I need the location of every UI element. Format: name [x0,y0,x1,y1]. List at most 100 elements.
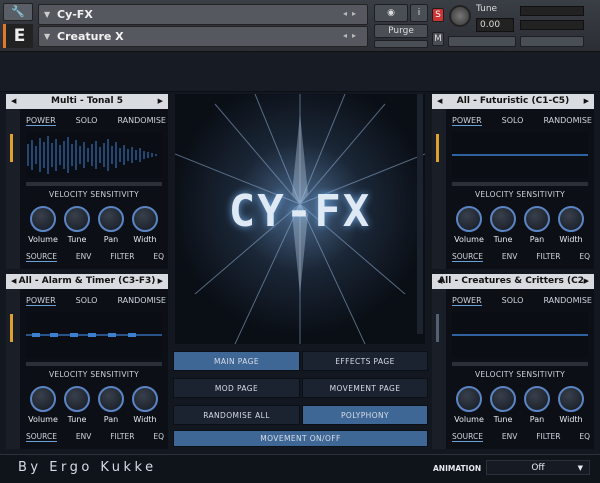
camera-icon[interactable]: ◉ [374,4,408,22]
solo-tab-4[interactable]: SOLO [502,296,524,306]
env-tab-2[interactable]: ENV [502,252,517,262]
env-tab-1[interactable]: ENV [76,252,91,262]
tune-knob-2[interactable] [490,206,516,232]
tune-label-4: Tune [493,415,513,424]
power-tab-4[interactable]: POWER [452,296,482,306]
source-tab-2[interactable]: SOURCE [452,252,483,262]
filter-tab-2[interactable]: FILTER [536,252,560,262]
level-sidebar-3[interactable] [6,289,20,449]
pan-slider[interactable] [448,36,516,47]
movement-page-button[interactable]: MOVEMENT PAGE [302,378,428,398]
layer-panel-2: ◀ All - Futuristic (C1-C5) ▶ POWER SOLO … [432,94,594,269]
snapshot-slot[interactable]: ▼ Creature X ◂▸ [38,26,368,47]
effects-page-button[interactable]: EFFECTS PAGE [302,351,428,371]
chevron-down-icon: ▼ [577,464,583,472]
level-marker-3[interactable] [10,314,13,342]
power-tab-3[interactable]: POWER [26,296,56,306]
source-tab-4[interactable]: SOURCE [452,432,483,442]
width-knob-2[interactable] [558,206,584,232]
eq-tab-1[interactable]: EQ [153,252,164,262]
tune-knob-1[interactable] [64,206,90,232]
prev-preset-icon[interactable]: ◀ [11,274,16,289]
mod-page-button[interactable]: MOD PAGE [173,378,300,398]
randomise-tab-4[interactable]: RANDOMISE [543,296,592,306]
preset-selector-4[interactable]: ◀ All - Creatures & Critters (C2-C#3) ▶ [432,274,594,301]
prev-preset-icon[interactable]: ◀ [11,94,16,109]
source-tab-3[interactable]: SOURCE [26,432,57,442]
level-sidebar-2[interactable] [432,109,446,269]
volume-knob-4[interactable] [456,386,482,412]
layer-tabs-3: POWER SOLO RANDOMISE [26,296,166,306]
eq-tab-3[interactable]: EQ [153,432,164,442]
prev-preset-icon[interactable]: ◀ [437,94,442,109]
polyphony-button[interactable]: POLYPHONY [302,405,428,425]
next-preset-icon[interactable]: ▶ [158,94,163,109]
preset-selector-2[interactable]: ◀ All - Futuristic (C1-C5) ▶ [432,94,594,109]
preset-selector-1[interactable]: ◀ Multi - Tonal 5 ▶ [6,94,168,109]
info-icon[interactable]: i [410,4,428,22]
main-page-button[interactable]: MAIN PAGE [173,351,300,371]
randomise-all-button[interactable]: RANDOMISE ALL [173,405,300,425]
next-preset-icon[interactable]: ▶ [584,94,589,109]
next-preset-icon[interactable]: ▶ [584,274,589,289]
env-tab-3[interactable]: ENV [76,432,91,442]
volume-knob-2[interactable] [456,206,482,232]
volume-knob-1[interactable] [30,206,56,232]
velocity-slider-3[interactable] [26,362,162,366]
eq-tab-2[interactable]: EQ [579,252,590,262]
volume-knob-3[interactable] [30,386,56,412]
pan-knob-3[interactable] [98,386,124,412]
randomise-tab-1[interactable]: RANDOMISE [117,116,166,126]
volume-slider[interactable] [520,36,584,47]
art-scrollbar[interactable] [417,94,423,334]
width-knob-4[interactable] [558,386,584,412]
instrument-logo: E [3,24,33,48]
next-preset-icon[interactable]: ▶ [158,274,163,289]
env-tab-4[interactable]: ENV [502,432,517,442]
prev-next-arrows-icon[interactable]: ◂▸ [343,9,361,18]
collapse-icon[interactable]: ▼ [44,10,50,19]
snapshot-dropdown-icon[interactable]: ▼ [44,32,50,41]
pan-knob-1[interactable] [98,206,124,232]
level-sidebar-1[interactable] [6,109,20,269]
solo-tab-1[interactable]: SOLO [76,116,98,126]
width-knob-3[interactable] [132,386,158,412]
movement-onoff-button[interactable]: MOVEMENT ON/OFF [173,430,428,447]
width-knob-1[interactable] [132,206,158,232]
power-tab-2[interactable]: POWER [452,116,482,126]
filter-tab-1[interactable]: FILTER [110,252,134,262]
power-tab-1[interactable]: POWER [26,116,56,126]
filter-tab-3[interactable]: FILTER [110,432,134,442]
level-marker-1[interactable] [10,134,13,162]
cyfx-artwork: CY-FX [175,94,425,344]
velocity-slider-4[interactable] [452,362,588,366]
preset-selector-3[interactable]: ◀ All - Alarm & Timer (C3-F3) ▶ [6,274,168,289]
mute-button[interactable]: M [432,32,444,46]
tune-value[interactable]: 0.00 [476,18,514,32]
tune-knob-4[interactable] [490,386,516,412]
waveform-4 [452,312,588,358]
level-marker-4[interactable] [436,314,439,342]
level-sidebar-4[interactable] [432,289,446,449]
pan-knob-2[interactable] [524,206,550,232]
filter-tab-4[interactable]: FILTER [536,432,560,442]
randomise-tab-2[interactable]: RANDOMISE [543,116,592,126]
snapshot-arrows-icon[interactable]: ◂▸ [343,31,361,40]
eq-tab-4[interactable]: EQ [579,432,590,442]
purge-button[interactable]: Purge [374,24,428,38]
pan-knob-4[interactable] [524,386,550,412]
solo-tab-2[interactable]: SOLO [502,116,524,126]
velocity-slider-2[interactable] [452,182,588,186]
instrument-name-slot[interactable]: ▼ Cy-FX ◂▸ [38,4,368,25]
velocity-slider-1[interactable] [26,182,162,186]
source-tab-1[interactable]: SOURCE [26,252,57,262]
randomise-tab-3[interactable]: RANDOMISE [117,296,166,306]
animation-dropdown[interactable]: Off ▼ [486,460,590,475]
wrench-icon[interactable]: 🔧 [3,3,33,21]
prev-preset-icon[interactable]: ◀ [437,274,442,289]
solo-tab-3[interactable]: SOLO [76,296,98,306]
tune-knob[interactable] [449,5,471,27]
solo-button[interactable]: S [432,8,444,22]
tune-knob-3[interactable] [64,386,90,412]
level-marker-2[interactable] [436,134,439,162]
